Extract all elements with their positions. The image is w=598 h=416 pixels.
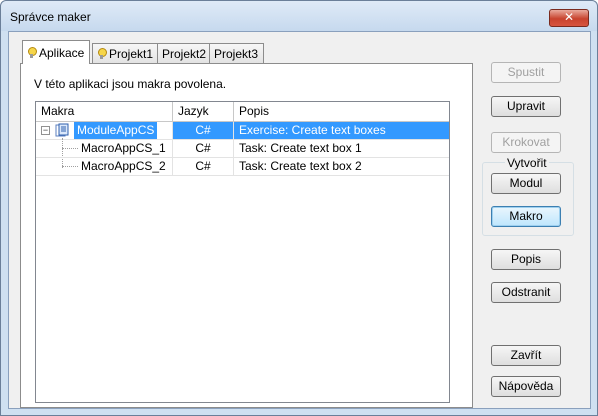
macro-button[interactable]: Makro	[491, 206, 561, 227]
title-bar: Správce maker ✕	[1, 1, 597, 31]
tab-panel: V této aplikaci jsou makra povolena. Mak…	[20, 63, 473, 408]
tree-cell: MacroAppCS_1	[36, 140, 173, 157]
create-group-label: Vytvořit	[505, 156, 549, 170]
lightbulb-icon	[27, 46, 37, 59]
window-title: Správce maker	[10, 10, 91, 24]
macro-name: MacroAppCS_2	[81, 159, 166, 173]
language-cell: C#	[173, 122, 234, 139]
language-cell: C#	[173, 140, 234, 157]
tab-label: Projekt2	[162, 46, 207, 61]
description-cell: Task: Create text box 1	[239, 141, 362, 155]
close-button[interactable]: Zavřít	[491, 345, 561, 366]
column-header-jazyk[interactable]: Jazyk	[173, 102, 234, 121]
dialog-client-area: Aplikace Projekt1 Projekt2 Projekt3 V té…	[8, 31, 591, 409]
close-window-button[interactable]: ✕	[549, 9, 589, 27]
edit-button[interactable]: Upravit	[491, 96, 561, 117]
tab-label: Aplikace	[39, 45, 85, 60]
macro-name: ModuleAppCS	[74, 122, 158, 139]
column-header-popis[interactable]: Popis	[234, 102, 449, 121]
tab-projekt1[interactable]: Projekt1	[92, 43, 160, 63]
description-button[interactable]: Popis	[491, 249, 561, 270]
tab-aplikace[interactable]: Aplikace	[22, 40, 91, 64]
description-cell: Task: Create text box 2	[239, 159, 362, 173]
module-button[interactable]: Modul	[491, 173, 561, 194]
macro-tree-table[interactable]: Makra Jazyk Popis − ModuleAppCS C# Exerc…	[35, 101, 450, 403]
language-cell: C#	[173, 158, 234, 175]
macro-name: MacroAppCS_1	[81, 141, 166, 155]
tab-label: Projekt1	[109, 46, 154, 61]
lightbulb-icon	[97, 47, 107, 60]
run-button[interactable]: Spustit	[491, 62, 561, 83]
table-row[interactable]: MacroAppCS_2 C# Task: Create text box 2	[36, 158, 449, 176]
help-button[interactable]: Nápověda	[491, 376, 561, 397]
tab-projekt3[interactable]: Projekt3	[209, 43, 265, 63]
tree-cell: MacroAppCS_2	[36, 158, 173, 175]
macro-manager-window: Správce maker ✕ Aplikace Projekt1 Projek…	[0, 0, 598, 416]
description-cell: Exercise: Create text boxes	[234, 122, 449, 139]
delete-button[interactable]: Odstranit	[491, 282, 561, 303]
table-row[interactable]: MacroAppCS_1 C# Task: Create text box 1	[36, 140, 449, 158]
table-header: Makra Jazyk Popis	[36, 102, 449, 122]
tab-label: Projekt3	[214, 46, 259, 61]
collapse-icon[interactable]: −	[41, 126, 50, 135]
tab-projekt2[interactable]: Projekt2	[157, 43, 213, 63]
column-header-makra[interactable]: Makra	[36, 102, 173, 121]
tree-cell: − ModuleAppCS	[36, 122, 173, 139]
table-row[interactable]: − ModuleAppCS C# Exercise: Create text b…	[36, 122, 449, 140]
step-button[interactable]: Krokovat	[491, 132, 561, 153]
macro-status-text: V této aplikaci jsou makra povolena.	[34, 77, 227, 91]
module-icon	[55, 123, 69, 137]
